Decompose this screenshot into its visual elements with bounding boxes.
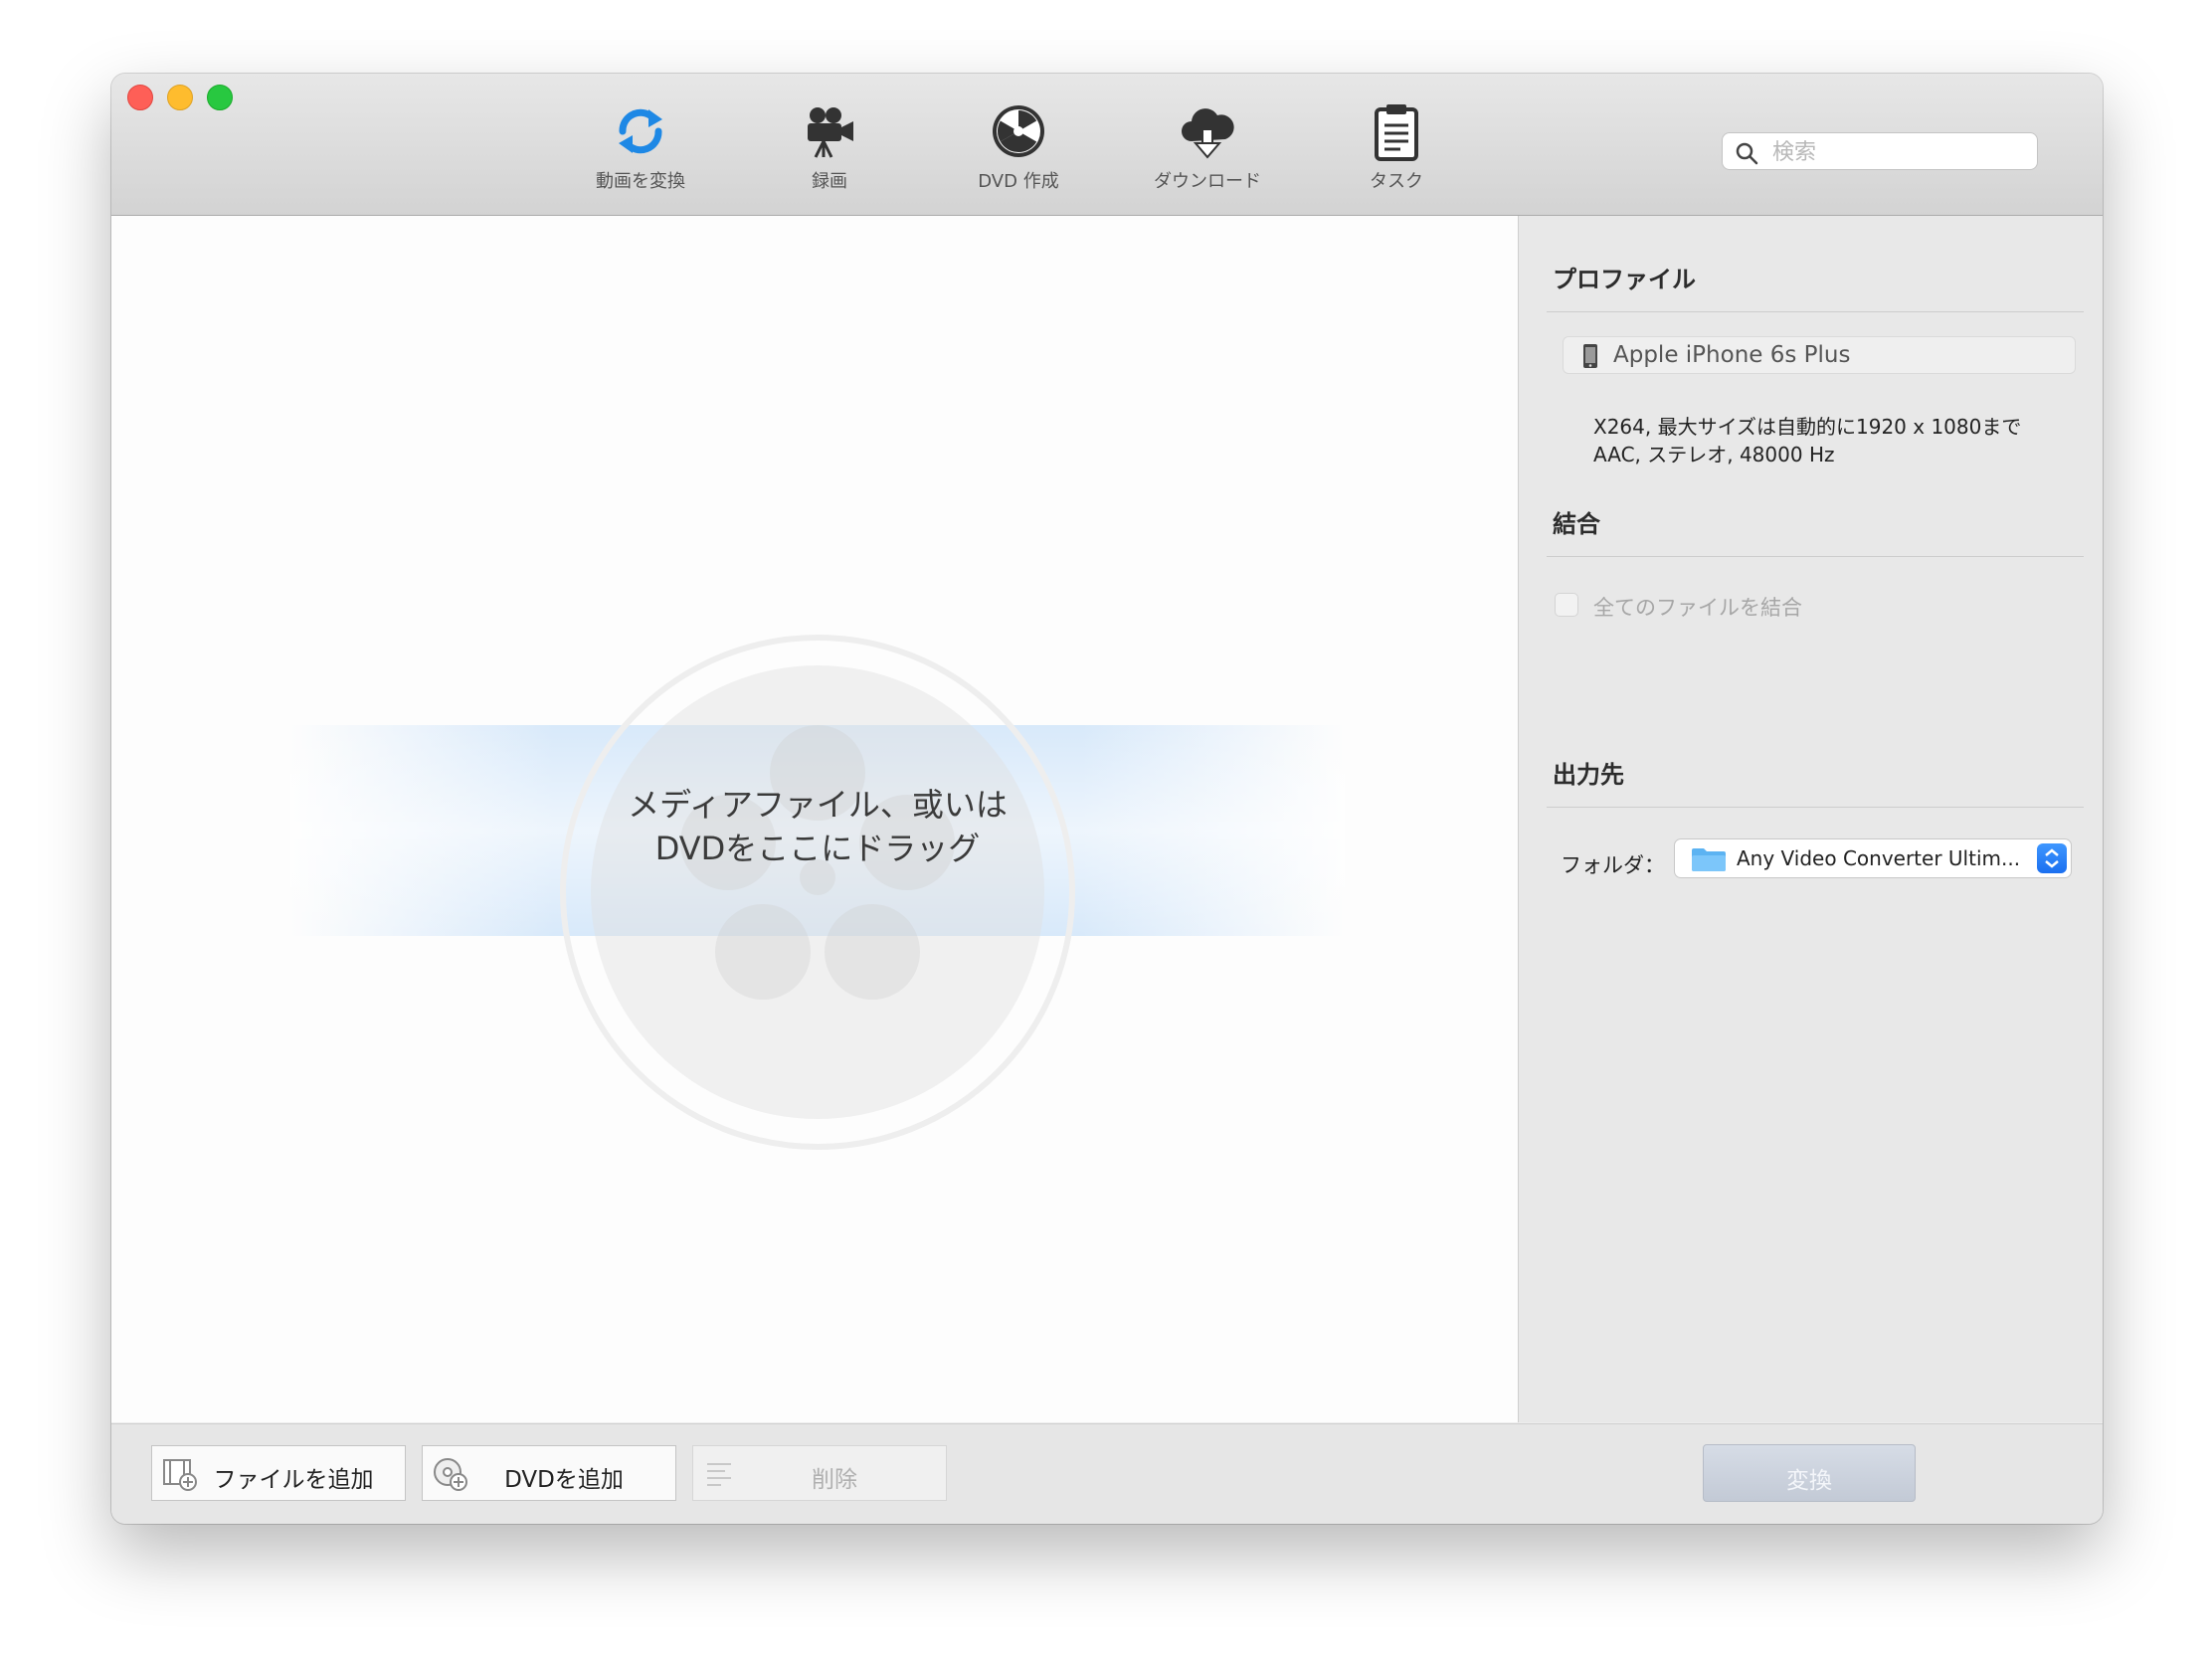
section-divider bbox=[1547, 807, 2084, 808]
video-camera-icon bbox=[808, 107, 853, 158]
convert-refresh-icon bbox=[619, 108, 662, 154]
section-divider bbox=[1547, 311, 2084, 312]
folder-icon bbox=[1692, 848, 1726, 871]
delete-label: 削除 bbox=[812, 1467, 857, 1493]
select-stepper[interactable] bbox=[2037, 843, 2067, 873]
search-icon bbox=[1736, 142, 1758, 165]
app-window: 動画を変換 録画 DVD 作成 ダウンロード タスク 検索 メディアファイル、或… bbox=[111, 74, 2103, 1524]
smartphone-icon bbox=[1583, 344, 1597, 368]
toolbar-convert-video[interactable]: 動画を変換 bbox=[561, 101, 720, 201]
dvd-burn-icon bbox=[993, 105, 1044, 157]
output-folder-select[interactable]: Any Video Converter Ultim... bbox=[1674, 838, 2072, 878]
toolbar: 動画を変換 録画 DVD 作成 ダウンロード タスク 検索 bbox=[111, 74, 2103, 216]
merge-all-label: 全てのファイルを結合 bbox=[1593, 596, 1802, 620]
toolbar-label: DVD 作成 bbox=[978, 171, 1059, 192]
clipboard-task-icon bbox=[1375, 104, 1418, 161]
settings-sidebar: プロファイル Apple iPhone 6s Plus X264, 最大サイズは… bbox=[1519, 216, 2103, 1422]
delete-button[interactable]: 削除 bbox=[692, 1445, 947, 1501]
toolbar-label: 動画を変換 bbox=[596, 171, 685, 192]
search-input[interactable] bbox=[1770, 137, 2033, 167]
search-field[interactable] bbox=[1722, 132, 2038, 170]
profile-selector[interactable]: Apple iPhone 6s Plus bbox=[1563, 336, 2076, 374]
chevron-up-down-icon bbox=[2045, 848, 2059, 868]
drop-instruction: メディアファイル、或いは DVDをここにドラッグ bbox=[410, 783, 1225, 870]
drop-instruction-line2: DVDをここにドラッグ bbox=[654, 830, 981, 867]
merge-all-checkbox[interactable] bbox=[1555, 593, 1578, 617]
convert-label: 変換 bbox=[1786, 1468, 1832, 1494]
toolbar-label: 録画 bbox=[812, 171, 847, 192]
profile-section-title: プロファイル bbox=[1553, 266, 1696, 293]
add-dvd-label: DVDを追加 bbox=[504, 1467, 624, 1493]
output-folder-name: Any Video Converter Ultim... bbox=[1737, 846, 2021, 870]
toolbar-dvd-create[interactable]: DVD 作成 bbox=[939, 101, 1098, 201]
toolbar-label: ダウンロード bbox=[1154, 171, 1261, 192]
toolbar-download[interactable]: ダウンロード bbox=[1128, 101, 1287, 201]
profile-name: Apple iPhone 6s Plus bbox=[1613, 342, 1851, 368]
film-reel-icon bbox=[560, 635, 1075, 1150]
output-section-title: 出力先 bbox=[1553, 761, 1624, 789]
toolbar-record[interactable]: 録画 bbox=[750, 101, 909, 201]
section-divider bbox=[1547, 556, 2084, 557]
profile-video-spec: X264, 最大サイズは自動的に1920 x 1080まで bbox=[1593, 415, 2022, 439]
toolbar-task[interactable]: タスク bbox=[1317, 101, 1476, 201]
close-window-button[interactable] bbox=[127, 85, 153, 110]
folder-label: フォルダ： bbox=[1561, 853, 1665, 877]
minimize-window-button[interactable] bbox=[167, 85, 193, 110]
drop-instruction-line1: メディアファイル、或いは bbox=[628, 786, 1008, 824]
bottom-bar: ファイルを追加 DVDを追加 削除 変換 bbox=[111, 1423, 2103, 1524]
add-dvd-button[interactable]: DVDを追加 bbox=[422, 1445, 676, 1501]
toolbar-label: タスク bbox=[1370, 171, 1423, 192]
add-file-button[interactable]: ファイルを追加 bbox=[151, 1445, 406, 1501]
drop-zone[interactable]: メディアファイル、或いは DVDをここにドラッグ bbox=[111, 216, 1519, 1422]
merge-section-title: 結合 bbox=[1553, 510, 1600, 538]
cloud-download-icon bbox=[1182, 108, 1234, 159]
zoom-window-button[interactable] bbox=[207, 85, 233, 110]
add-file-label: ファイルを追加 bbox=[213, 1467, 374, 1493]
profile-audio-spec: AAC, ステレオ, 48000 Hz bbox=[1593, 443, 1835, 466]
convert-button[interactable]: 変換 bbox=[1703, 1444, 1916, 1502]
